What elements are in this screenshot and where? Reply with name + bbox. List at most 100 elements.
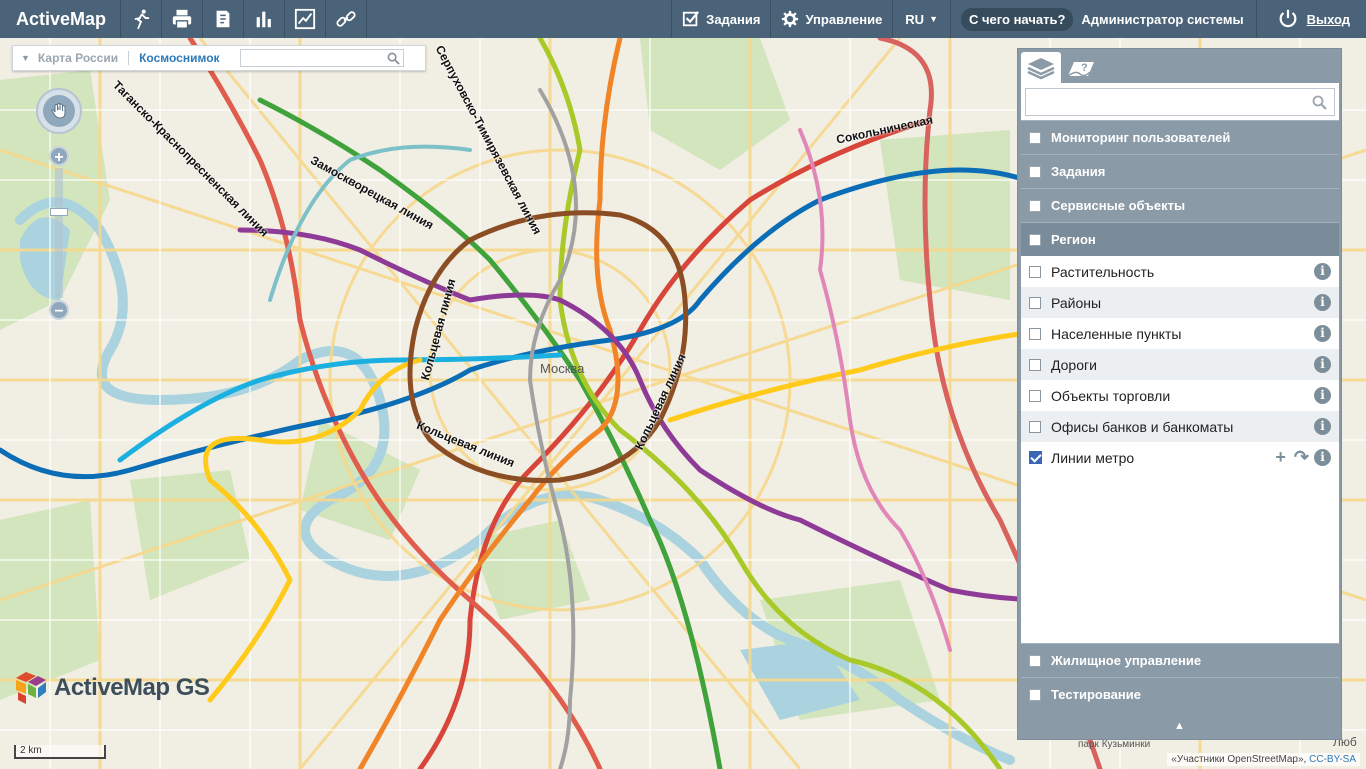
redo-arrow-icon[interactable]: ↷ xyxy=(1294,447,1309,468)
pan-control[interactable] xyxy=(36,88,82,134)
layer-checkbox[interactable] xyxy=(1029,327,1041,340)
svg-text:?: ? xyxy=(1081,62,1088,74)
layer-checkbox[interactable] xyxy=(1029,358,1041,371)
info-icon[interactable]: i xyxy=(1314,356,1331,373)
checkbox-icon xyxy=(683,11,700,27)
app-logo[interactable]: ActiveMap xyxy=(0,0,122,38)
print-icon[interactable] xyxy=(162,0,204,38)
layer-districts[interactable]: Районы i xyxy=(1021,287,1339,318)
layer-settlements[interactable]: Населенные пункты i xyxy=(1021,318,1339,349)
link-icon[interactable] xyxy=(326,0,368,38)
info-icon[interactable]: i xyxy=(1314,263,1331,280)
caret-up-icon: ▲ xyxy=(1174,720,1185,732)
tab-legend[interactable]: ? xyxy=(1061,52,1101,83)
zoom-out-button[interactable]: − xyxy=(49,300,69,320)
layer-label: Линии метро xyxy=(1051,449,1135,466)
base-layer-switcher: ▼ Карта России Космоснимок xyxy=(12,45,426,71)
park-label: парк Кузьминки xyxy=(1078,739,1151,750)
caret-down-icon: ▼ xyxy=(929,14,938,24)
layer-checkbox[interactable] xyxy=(1029,420,1041,433)
group-checkbox[interactable] xyxy=(1029,199,1041,212)
collapse-panel-button[interactable]: ▲ xyxy=(1018,713,1341,739)
group-checkbox[interactable] xyxy=(1029,165,1041,178)
user-name[interactable]: Администратор системы xyxy=(1081,12,1255,27)
hand-icon xyxy=(43,95,75,127)
zoom-slider[interactable] xyxy=(50,168,68,298)
logo-icon xyxy=(16,672,46,704)
getting-started-button[interactable]: С чего начать? xyxy=(961,7,1074,31)
group-region[interactable]: Регион xyxy=(1021,222,1339,256)
group-label: Задания xyxy=(1051,164,1106,179)
group-housing[interactable]: Жилищное управление xyxy=(1021,643,1339,677)
group-tasks[interactable]: Задания xyxy=(1021,154,1339,188)
layer-label: Дороги xyxy=(1051,356,1097,373)
layer-checkbox[interactable] xyxy=(1029,389,1041,402)
line-chart-icon[interactable] xyxy=(285,0,327,38)
zoom-slider-handle[interactable] xyxy=(50,208,68,216)
layer-vegetation[interactable]: Растительность i xyxy=(1021,256,1339,287)
group-checkbox[interactable] xyxy=(1029,131,1041,144)
layer-label: Объекты торговли xyxy=(1051,387,1171,404)
layer-trade-objects[interactable]: Объекты торговли i xyxy=(1021,380,1339,411)
layer-label: Населенные пункты xyxy=(1051,325,1182,342)
management-button[interactable]: Управление xyxy=(770,0,892,38)
group-checkbox[interactable] xyxy=(1029,233,1041,246)
panel-tabs: ? xyxy=(1018,49,1341,83)
attribution: «Участники OpenStreetMap», CC-BY-SA xyxy=(1167,753,1360,766)
group-checkbox[interactable] xyxy=(1029,688,1041,701)
group-label: Тестирование xyxy=(1051,687,1141,702)
group-label: Жилищное управление xyxy=(1051,653,1202,668)
route-icon[interactable] xyxy=(121,0,163,38)
group-checkbox[interactable] xyxy=(1029,654,1041,667)
layer-search xyxy=(1025,88,1335,116)
language-value: RU xyxy=(905,11,925,27)
layer-checkbox-checked[interactable] xyxy=(1029,451,1042,464)
group-label: Сервисные объекты xyxy=(1051,198,1186,213)
search-icon[interactable] xyxy=(387,52,400,65)
info-icon[interactable]: i xyxy=(1314,294,1331,311)
base-layer-russia-map[interactable]: Карта России xyxy=(38,51,118,65)
group-testing[interactable]: Тестирование xyxy=(1021,677,1339,711)
layers-panel: ? Мониторинг пользователей Задания Серви… xyxy=(1017,48,1342,740)
map-navigation: + − xyxy=(36,88,82,320)
attribution-text: «Участники OpenStreetMap», xyxy=(1171,754,1307,765)
map-question-icon: ? xyxy=(1067,61,1094,77)
tasks-button[interactable]: Задания xyxy=(671,0,770,38)
group-user-monitoring[interactable]: Мониторинг пользователей xyxy=(1021,120,1339,154)
group-label: Регион xyxy=(1051,232,1096,247)
info-icon[interactable]: i xyxy=(1314,387,1331,404)
layer-checkbox[interactable] xyxy=(1029,296,1041,309)
info-icon[interactable]: i xyxy=(1314,449,1331,466)
layer-search-input[interactable] xyxy=(1026,89,1306,115)
tab-layers[interactable] xyxy=(1021,52,1061,83)
document-icon[interactable] xyxy=(203,0,245,38)
layers-icon xyxy=(1027,57,1055,79)
info-icon[interactable]: i xyxy=(1314,325,1331,342)
plus-icon[interactable]: + xyxy=(1275,447,1286,468)
group-label: Мониторинг пользователей xyxy=(1051,130,1231,145)
language-select[interactable]: RU ▼ xyxy=(892,0,950,38)
zoom-in-button[interactable]: + xyxy=(49,146,69,166)
scale-bar: 2 km xyxy=(14,745,106,759)
layer-tools: + ↷ xyxy=(1267,447,1309,468)
gear-icon xyxy=(782,10,799,28)
layer-banks[interactable]: Офисы банков и банкоматы i xyxy=(1021,411,1339,442)
info-icon[interactable]: i xyxy=(1314,418,1331,435)
activemap-gs-logo: ActiveMap GS xyxy=(14,670,210,706)
attribution-link[interactable]: CC-BY-SA xyxy=(1309,754,1356,765)
layer-checkbox[interactable] xyxy=(1029,265,1041,278)
exit-button[interactable]: Выход xyxy=(1255,0,1366,38)
bottom-groups: Жилищное управление Тестирование xyxy=(1021,643,1339,711)
management-label: Управление xyxy=(805,11,883,27)
search-icon[interactable] xyxy=(1312,95,1327,110)
layer-roads[interactable]: Дороги i xyxy=(1021,349,1339,380)
tasks-label: Задания xyxy=(706,11,761,27)
map-search xyxy=(239,49,404,67)
bar-chart-icon[interactable] xyxy=(244,0,286,38)
caret-down-icon[interactable]: ▼ xyxy=(21,53,30,63)
map-search-input[interactable] xyxy=(240,50,381,66)
layer-metro-lines[interactable]: Линии метро + ↷ i xyxy=(1021,442,1339,473)
base-layer-satellite[interactable]: Космоснимок xyxy=(139,51,219,65)
layer-label: Районы xyxy=(1051,294,1102,311)
group-service-objects[interactable]: Сервисные объекты xyxy=(1021,188,1339,222)
